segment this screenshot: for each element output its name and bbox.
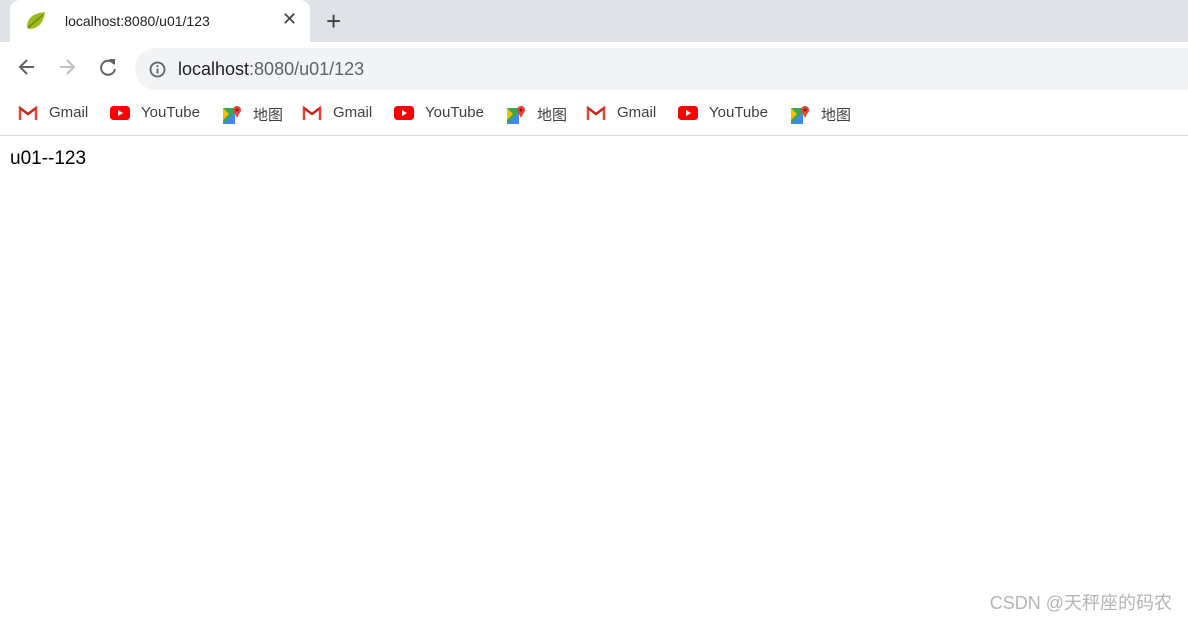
maps-icon: [790, 105, 821, 125]
bookmark-label: YouTube: [425, 104, 484, 121]
gmail-icon: [586, 105, 617, 121]
url-text[interactable]: localhost:8080/u01/123: [178, 59, 364, 80]
bookmark-label: Gmail: [617, 104, 657, 121]
back-button[interactable]: [16, 56, 38, 78]
bookmark-label: Gmail: [333, 104, 373, 121]
active-tab[interactable]: localhost:8080/u01/123 ✕: [10, 0, 310, 42]
bookmark-label: YouTube: [709, 104, 768, 121]
toolbar: localhost:8080/u01/123: [0, 42, 1188, 92]
tab-strip: localhost:8080/u01/123 ✕ +: [0, 0, 1188, 42]
gmail-icon: [302, 105, 333, 121]
bookmark-label: 地图: [537, 107, 568, 124]
bookmark-gmail[interactable]: Gmail: [586, 104, 656, 121]
youtube-icon: [678, 105, 709, 120]
url-host: localhost: [178, 59, 250, 79]
tab-title: localhost:8080/u01/123: [65, 13, 210, 29]
url-path: :8080/u01/123: [249, 59, 365, 79]
close-tab-button[interactable]: ✕: [282, 9, 297, 30]
bookmark-地图[interactable]: 地图: [506, 104, 567, 125]
page-body-text: u01--123: [10, 148, 87, 169]
bookmarks-bar: Gmail YouTube 地图 Gmail YouTube 地图 Gmail YouTube…: [0, 92, 1188, 136]
maps-icon: [506, 105, 537, 125]
bookmark-gmail[interactable]: Gmail: [18, 104, 88, 121]
address-bar[interactable]: localhost:8080/u01/123: [135, 48, 1188, 90]
gmail-icon: [18, 105, 49, 121]
watermark: CSDN @天秤座的码农: [989, 593, 1172, 613]
bookmark-label: 地图: [821, 107, 852, 124]
youtube-icon: [394, 105, 425, 120]
info-icon[interactable]: [149, 61, 166, 78]
bookmark-地图[interactable]: 地图: [790, 104, 851, 125]
bookmark-label: 地图: [253, 107, 284, 124]
bookmark-label: YouTube: [141, 104, 200, 121]
forward-button[interactable]: [56, 56, 78, 78]
reload-button[interactable]: [97, 56, 119, 78]
maps-icon: [222, 105, 253, 125]
new-tab-button[interactable]: +: [326, 6, 341, 37]
bookmark-youtube[interactable]: YouTube: [678, 104, 768, 121]
youtube-icon: [110, 105, 141, 120]
bookmark-地图[interactable]: 地图: [222, 104, 283, 125]
bookmark-youtube[interactable]: YouTube: [394, 104, 484, 121]
bookmark-label: Gmail: [49, 104, 89, 121]
bookmark-youtube[interactable]: YouTube: [110, 104, 200, 121]
spring-leaf-icon: [27, 12, 45, 29]
bookmark-gmail[interactable]: Gmail: [302, 104, 372, 121]
